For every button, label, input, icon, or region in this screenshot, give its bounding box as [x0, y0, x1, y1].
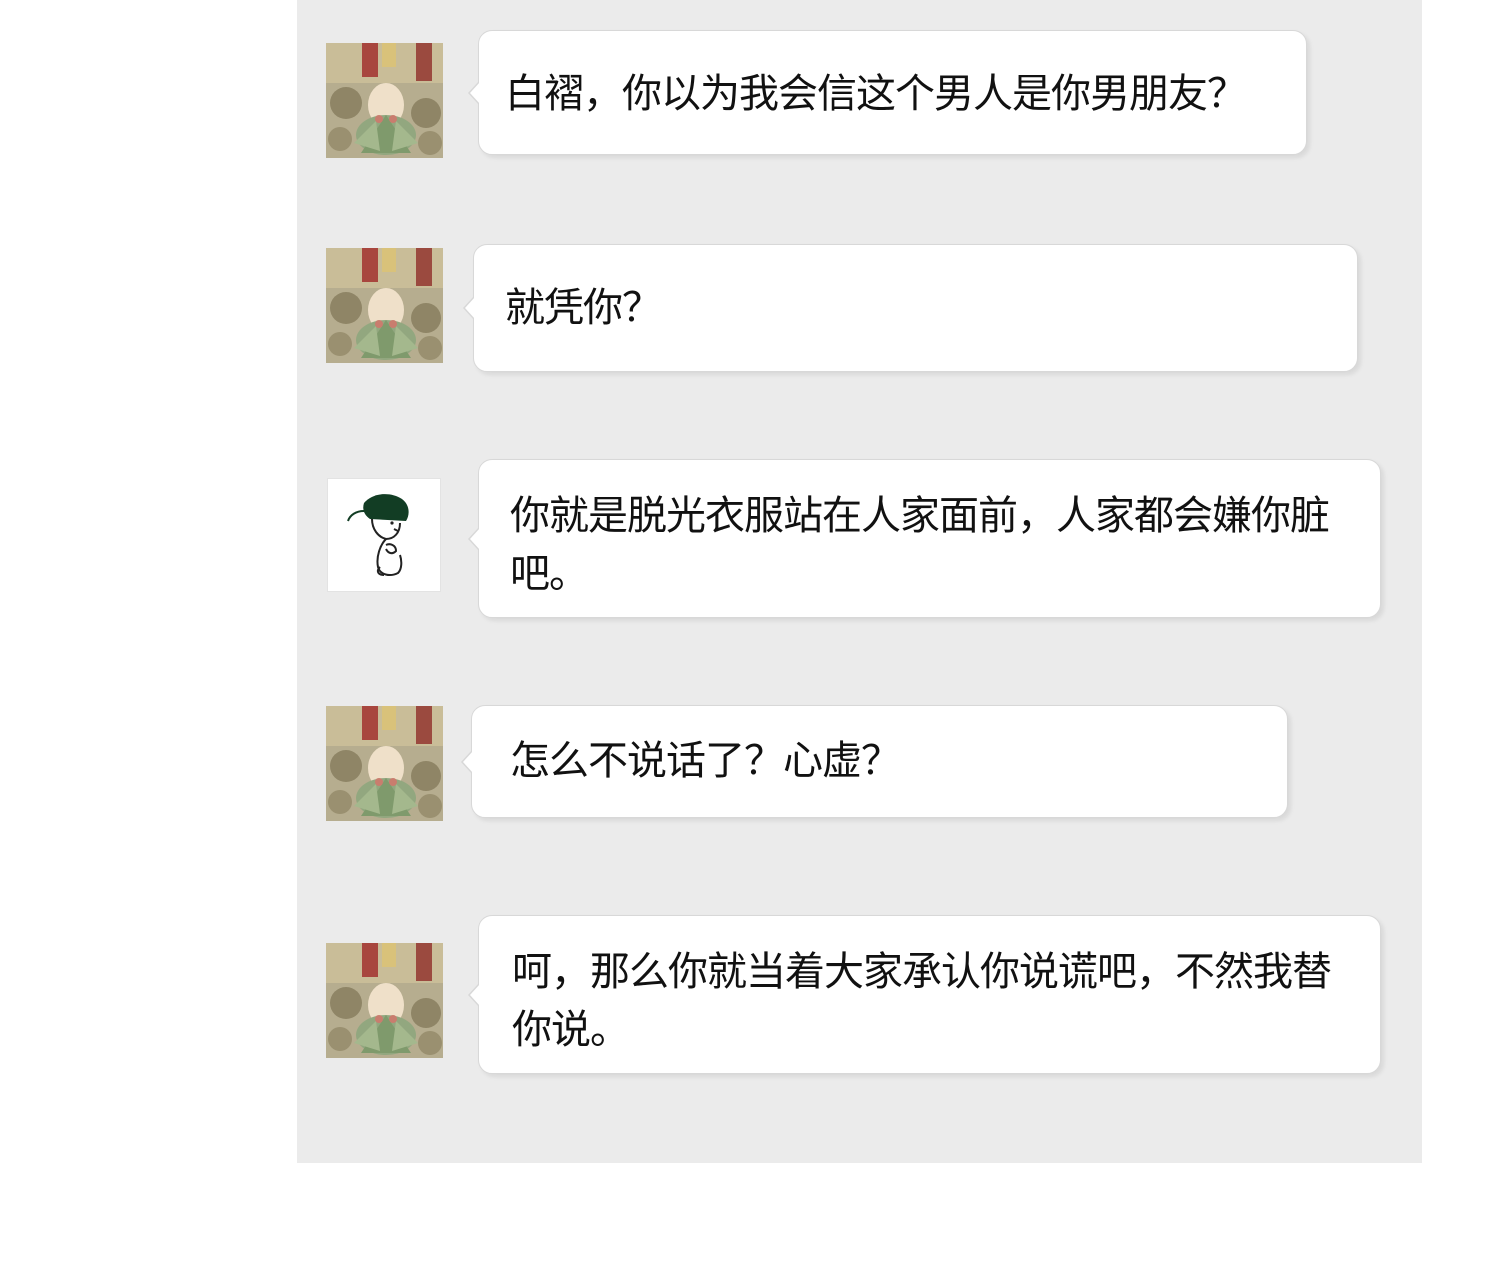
- chat-panel: 白褶，你以为我会信这个男人是你男朋友？ 就凭你？ 你就是脱光衣服站在人家面前，人…: [297, 0, 1422, 1163]
- message-text: 呵，那么你就当着大家承认你说谎吧，不然我替你说。: [512, 949, 1332, 1053]
- flower-portrait-icon: [326, 706, 443, 821]
- flower-portrait-icon: [326, 248, 443, 363]
- sketch-avatar[interactable]: [327, 478, 441, 592]
- flower-avatar[interactable]: [326, 43, 443, 158]
- flower-avatar[interactable]: [326, 943, 443, 1058]
- sketch-person-icon: [328, 479, 440, 591]
- message-bubble[interactable]: 怎么不说话了？心虚？: [461, 705, 1288, 818]
- message-bubble[interactable]: 你就是脱光衣服站在人家面前，人家都会嫌你脏吧。: [468, 459, 1381, 618]
- message-text: 你就是脱光衣服站在人家面前，人家都会嫌你脏吧。: [510, 493, 1330, 597]
- flower-avatar[interactable]: [326, 248, 443, 363]
- message-text: 就凭你？: [505, 285, 662, 331]
- message-bubble[interactable]: 白褶，你以为我会信这个男人是你男朋友？: [468, 30, 1307, 155]
- message-text: 怎么不说话了？心虚？: [510, 738, 901, 784]
- flower-portrait-icon: [326, 943, 443, 1058]
- message-text: 白褶，你以为我会信这个男人是你男朋友？: [505, 71, 1247, 117]
- message-bubble[interactable]: 呵，那么你就当着大家承认你说谎吧，不然我替你说。: [468, 915, 1381, 1074]
- flower-portrait-icon: [326, 43, 443, 158]
- message-bubble[interactable]: 就凭你？: [463, 244, 1358, 372]
- flower-avatar[interactable]: [326, 706, 443, 821]
